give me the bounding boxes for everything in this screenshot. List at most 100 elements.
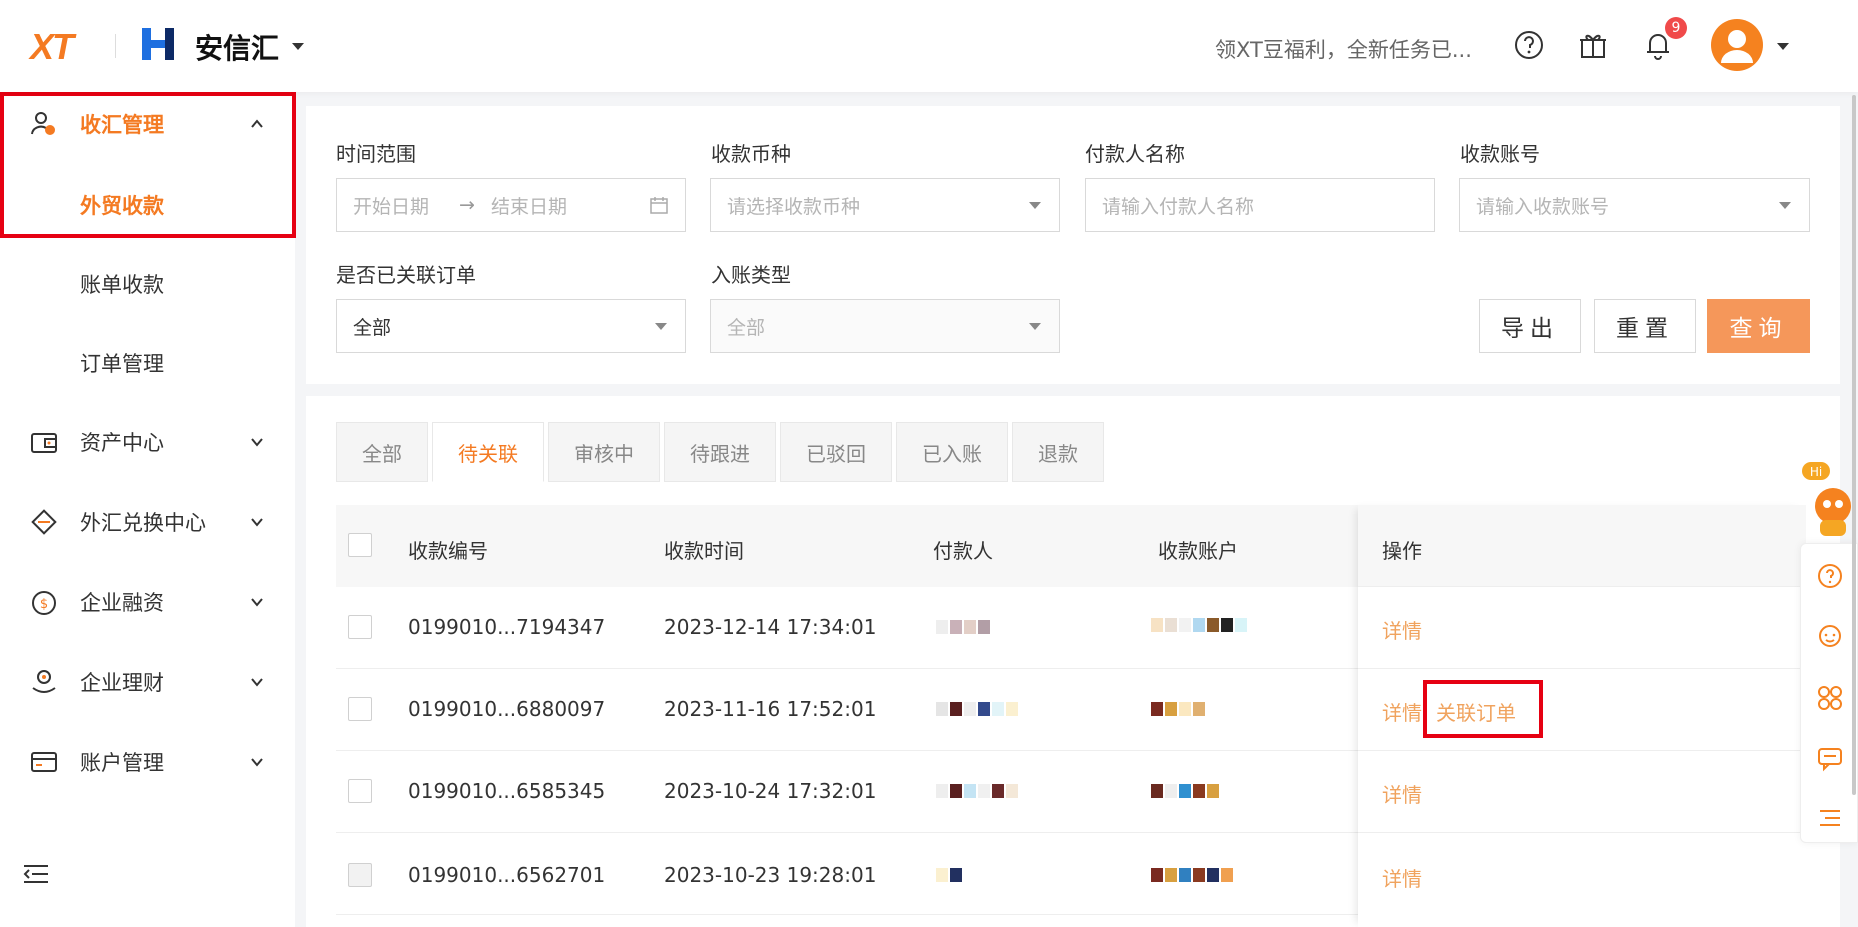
tab-refund[interactable]: 退款 [1012, 422, 1104, 482]
account-card-icon [31, 752, 57, 772]
exchange-icon [31, 509, 57, 535]
sidebar-group-asset-center[interactable]: 资产中心 [0, 410, 295, 474]
apps-icon[interactable] [1816, 684, 1844, 712]
export-button[interactable]: 导出 [1479, 299, 1581, 353]
chat-icon[interactable] [1816, 744, 1844, 772]
reset-button[interactable]: 重置 [1594, 299, 1696, 353]
row-checkbox[interactable] [348, 863, 372, 887]
promo-text[interactable]: 领XT豆福利，全新任务已... [1215, 34, 1472, 64]
linked-order-select[interactable]: 全部 [336, 299, 686, 353]
payer-name-label: 付款人名称 [1085, 142, 1185, 166]
logo-divider [115, 34, 116, 58]
account-redacted [1151, 783, 1221, 798]
row-checkbox[interactable] [348, 615, 372, 639]
row-checkbox[interactable] [348, 779, 372, 803]
wealth-icon [32, 670, 56, 693]
sidebar-group-label: 外汇兑换中心 [80, 511, 206, 535]
chevron-down-icon [1779, 202, 1791, 209]
query-button[interactable]: 查询 [1707, 299, 1810, 353]
entry-type-value: 全部 [727, 316, 766, 339]
highlight-box-sidebar [0, 92, 296, 238]
select-all-checkbox[interactable] [348, 533, 372, 557]
sidebar-group-account-management[interactable]: 账户管理 [0, 730, 295, 794]
detail-link[interactable]: 详情 [1382, 863, 1422, 892]
chevron-down-icon [251, 598, 263, 607]
account-redacted [1151, 867, 1235, 882]
customer-service-icon[interactable] [1816, 622, 1844, 650]
column-header-account: 收款账户 [1158, 539, 1238, 563]
account-select[interactable]: 请输入收款账号 [1459, 178, 1810, 232]
date-arrow: → [459, 194, 475, 216]
row-checkbox[interactable] [348, 697, 372, 721]
sidebar-group-fx-exchange[interactable]: 外汇兑换中心 [0, 490, 295, 554]
sidebar-group-label: 账户管理 [80, 751, 164, 775]
sidebar-group-label: 企业融资 [80, 591, 164, 615]
sidebar-group-enterprise-wealth[interactable]: 企业理财 [0, 650, 295, 714]
currency-placeholder: 请选择收款币种 [727, 195, 861, 218]
chevron-down-icon [251, 678, 263, 687]
collapse-menu-icon[interactable] [22, 860, 50, 888]
tab-pending-link[interactable]: 待关联 [432, 422, 544, 482]
detail-link[interactable]: 详情 [1382, 697, 1422, 726]
sidebar-group-label: 企业理财 [80, 671, 164, 695]
sidebar-item-order-management[interactable]: 订单管理 [80, 348, 164, 378]
list-icon[interactable] [1816, 804, 1844, 832]
gift-icon[interactable] [1576, 28, 1610, 62]
tab-rejected[interactable]: 已驳回 [780, 422, 892, 482]
entry-type-select[interactable]: 全部 [710, 299, 1060, 353]
help-icon[interactable] [1512, 28, 1546, 62]
account-redacted [1151, 617, 1249, 632]
receipt-time: 2023-10-24 17:32:01 [664, 779, 877, 803]
wallet-icon [31, 433, 57, 453]
avatar-dropdown-icon[interactable] [1777, 43, 1789, 50]
date-range-picker[interactable]: 开始日期 → 结束日期 [336, 178, 686, 232]
payer-redacted [936, 867, 964, 882]
chevron-down-icon [251, 758, 263, 767]
finance-icon: $ [32, 591, 56, 615]
brand-logo-icon[interactable] [140, 26, 176, 62]
tab-pending-follow[interactable]: 待跟进 [664, 422, 776, 482]
top-header: XT 安信汇 领XT豆福利，全新任务已... 9 [0, 0, 1858, 92]
sidebar-item-bill-receipt[interactable]: 账单收款 [80, 269, 164, 299]
tab-all[interactable]: 全部 [336, 422, 428, 482]
avatar-icon[interactable] [1711, 19, 1763, 71]
receipt-id: 0199010...6880097 [408, 697, 606, 721]
sidebar: 收汇管理 外贸收款 账单收款 订单管理 资产中心 外汇兑换中心 $ 企业融资 企… [0, 92, 296, 927]
entry-type-label: 入账类型 [711, 263, 791, 287]
detail-link[interactable]: 详情 [1382, 779, 1422, 808]
currency-select[interactable]: 请选择收款币种 [710, 178, 1060, 232]
column-header-payer: 付款人 [933, 539, 993, 563]
brand-dropdown-icon[interactable] [292, 43, 304, 50]
tab-reviewing[interactable]: 审核中 [548, 422, 660, 482]
column-header-id: 收款编号 [408, 539, 488, 563]
account-redacted [1151, 701, 1207, 716]
payer-redacted [936, 783, 1020, 798]
receipt-id: 0199010...7194347 [408, 615, 606, 639]
end-date-input[interactable]: 结束日期 [491, 192, 567, 219]
detail-link[interactable]: 详情 [1382, 615, 1422, 644]
receipt-time: 2023-12-14 17:34:01 [664, 615, 877, 639]
receipt-time: 2023-10-23 19:28:01 [664, 863, 877, 887]
xt-logo[interactable]: XT [30, 26, 74, 68]
payer-name-input[interactable]: 请输入付款人名称 [1085, 178, 1435, 232]
receipt-time: 2023-11-16 17:52:01 [664, 697, 877, 721]
sidebar-group-enterprise-financing[interactable]: $ 企业融资 [0, 570, 295, 634]
column-header-actions: 操作 [1382, 539, 1422, 563]
account-label: 收款账号 [1460, 142, 1540, 166]
calendar-icon [650, 197, 668, 214]
payer-name-placeholder: 请输入付款人名称 [1102, 195, 1255, 218]
help-circle-icon[interactable] [1816, 562, 1844, 590]
sidebar-group-label: 资产中心 [80, 431, 164, 455]
svg-text:$: $ [40, 597, 48, 612]
notification-badge: 9 [1665, 17, 1687, 39]
brand-name[interactable]: 安信汇 [195, 27, 279, 67]
highlight-box-link-order [1423, 680, 1543, 738]
tab-credited[interactable]: 已入账 [896, 422, 1008, 482]
chevron-down-icon [251, 518, 263, 527]
receipt-id: 0199010...6562701 [408, 863, 606, 887]
receipt-id: 0199010...6585345 [408, 779, 606, 803]
time-range-label: 时间范围 [336, 142, 416, 166]
start-date-input[interactable]: 开始日期 [353, 192, 429, 219]
page-scrollbar[interactable] [1850, 95, 1858, 795]
currency-label: 收款币种 [711, 142, 791, 166]
